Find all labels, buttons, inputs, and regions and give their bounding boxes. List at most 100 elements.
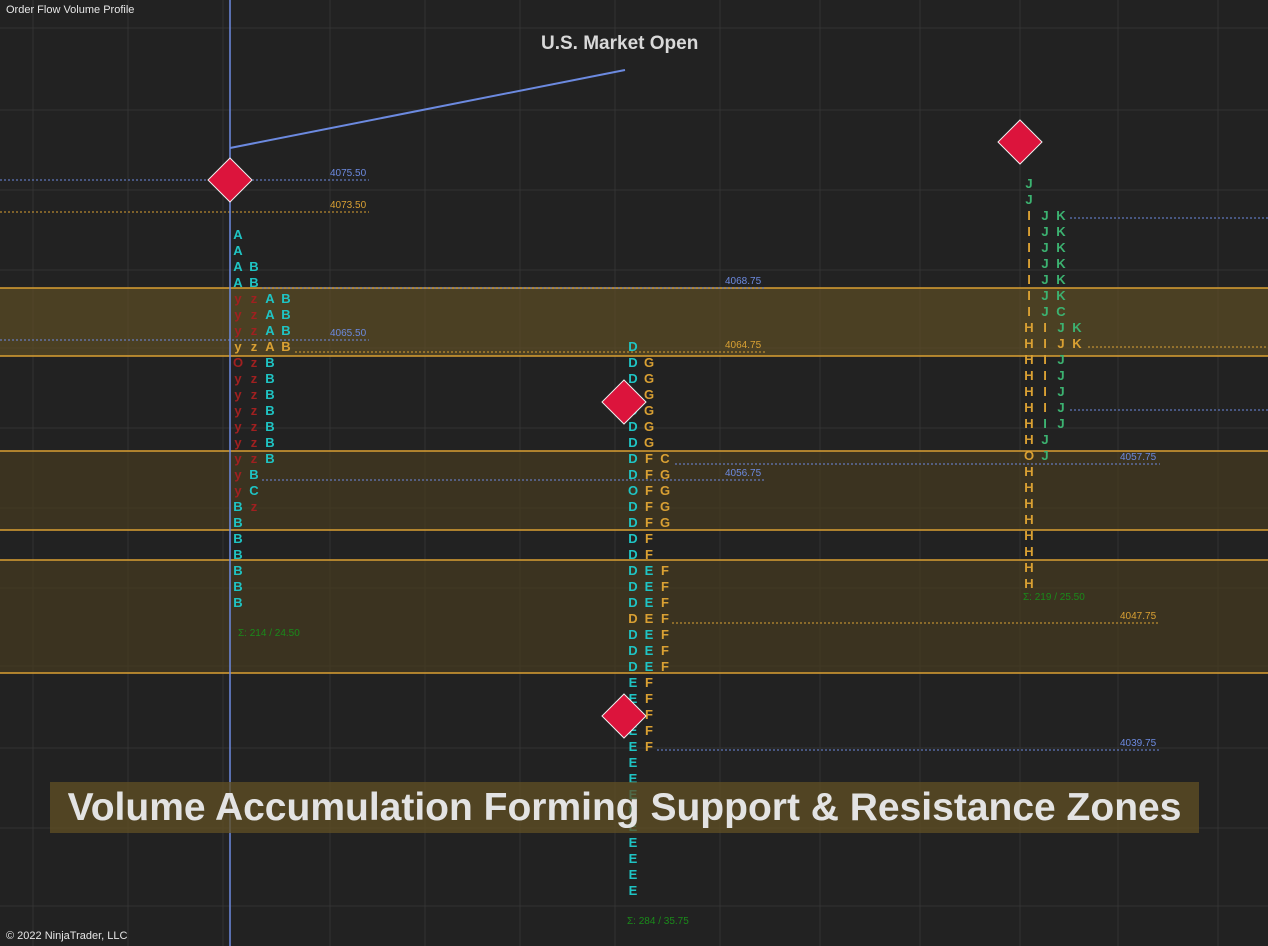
tpo-letter: B (233, 531, 242, 546)
tpo-letter: A (265, 307, 275, 322)
tpo-letter: F (645, 531, 653, 546)
tpo-letter: F (645, 723, 653, 738)
price-level-label: 4073.50 (330, 200, 367, 211)
price-level-label: 4047.75 (1120, 611, 1157, 622)
price-level-label: 4075.50 (330, 168, 367, 179)
tpo-letter: J (1041, 448, 1048, 463)
tpo-letter: D (628, 531, 637, 546)
tpo-letter: H (1024, 400, 1033, 415)
tpo-letter: B (281, 339, 290, 354)
diamond-marker (207, 157, 253, 203)
tpo-letter: K (1056, 256, 1066, 271)
price-level-label: 4065.50 (330, 328, 367, 339)
tpo-letter: F (661, 611, 669, 626)
price-level-label: 4064.75 (725, 340, 762, 351)
price-level-label: 4039.75 (1120, 738, 1157, 749)
tpo-letter: z (251, 435, 258, 450)
tpo-letter: z (251, 387, 258, 402)
tpo-letter: C (1056, 304, 1066, 319)
tpo-letter: B (249, 467, 258, 482)
tpo-letter: I (1027, 272, 1031, 287)
tpo-letter: F (661, 659, 669, 674)
tpo-letter: B (233, 499, 242, 514)
tpo-letter: B (233, 563, 242, 578)
tpo-letter: H (1024, 416, 1033, 431)
tpo-letter: J (1025, 192, 1032, 207)
tpo-letter: z (251, 339, 258, 354)
app-title: Order Flow Volume Profile (6, 4, 135, 16)
tpo-letter: F (645, 483, 653, 498)
tpo-letter: E (629, 867, 638, 882)
tpo-letter: E (645, 563, 654, 578)
tpo-letter: D (628, 515, 637, 530)
tpo-letter: D (628, 355, 637, 370)
tpo-letter: G (644, 371, 654, 386)
tpo-letter: B (265, 355, 274, 370)
tpo-letter: J (1041, 288, 1048, 303)
tpo-letter: D (628, 643, 637, 658)
tpo-letter: K (1056, 224, 1066, 239)
annotation-pointer-line (229, 69, 626, 149)
tpo-letter: z (251, 355, 258, 370)
tpo-letter: I (1027, 240, 1031, 255)
tpo-letter: y (234, 291, 242, 306)
tpo-letter: J (1057, 384, 1064, 399)
tpo-letter: I (1043, 336, 1047, 351)
tpo-letter: A (233, 227, 243, 242)
tpo-letter: K (1056, 208, 1066, 223)
tpo-letter: F (645, 739, 653, 754)
tpo-letter: A (233, 243, 243, 258)
price-level-label: 4068.75 (725, 276, 762, 287)
tpo-letter: B (233, 547, 242, 562)
tpo-letter: H (1024, 352, 1033, 367)
tpo-letter: F (661, 627, 669, 642)
tpo-letter: G (660, 483, 670, 498)
tpo-letter: H (1024, 464, 1033, 479)
tpo-letter: B (265, 403, 274, 418)
tpo-letter: H (1024, 560, 1033, 575)
tpo-letter: D (628, 467, 637, 482)
tpo-letter: G (660, 499, 670, 514)
tpo-letter: D (628, 659, 637, 674)
tpo-letter: G (644, 435, 654, 450)
tpo-letter: I (1027, 208, 1031, 223)
tpo-letter: D (628, 595, 637, 610)
tpo-letter: J (1057, 352, 1064, 367)
tpo-letter: y (234, 323, 242, 338)
tpo-letter: B (233, 515, 242, 530)
tpo-letter: F (645, 499, 653, 514)
tpo-letter: B (265, 435, 274, 450)
tpo-letter: K (1056, 288, 1066, 303)
tpo-letter: F (661, 579, 669, 594)
tpo-letter: K (1072, 336, 1082, 351)
tpo-letter: z (251, 323, 258, 338)
tpo-letter: B (233, 595, 242, 610)
tpo-letter: B (265, 371, 274, 386)
tpo-letter: z (251, 371, 258, 386)
tpo-letter: E (629, 675, 638, 690)
tpo-letter: E (645, 611, 654, 626)
tpo-letter: z (251, 499, 258, 514)
tpo-letter: D (628, 451, 637, 466)
tpo-letter: E (629, 755, 638, 770)
tpo-letter: D (628, 579, 637, 594)
headline-banner: Volume Accumulation Forming Support & Re… (50, 782, 1199, 833)
tpo-letter: E (645, 595, 654, 610)
profile-summary: Σ: 219 / 25.50 (1023, 592, 1085, 603)
tpo-letter: D (628, 499, 637, 514)
tpo-letter: H (1024, 544, 1033, 559)
tpo-letter: E (645, 643, 654, 658)
tpo-letter: H (1024, 368, 1033, 383)
tpo-letter: B (265, 419, 274, 434)
tpo-letter: y (234, 339, 242, 354)
tpo-letter: E (645, 659, 654, 674)
tpo-letter: J (1041, 432, 1048, 447)
tpo-letter: B (281, 323, 290, 338)
tpo-letter: A (265, 291, 275, 306)
tpo-letter: B (281, 307, 290, 322)
tpo-letter: y (234, 307, 242, 322)
tpo-letter: E (629, 883, 638, 898)
tpo-letter: O (233, 355, 243, 370)
tpo-letter: J (1057, 368, 1064, 383)
tpo-letter: z (251, 451, 258, 466)
